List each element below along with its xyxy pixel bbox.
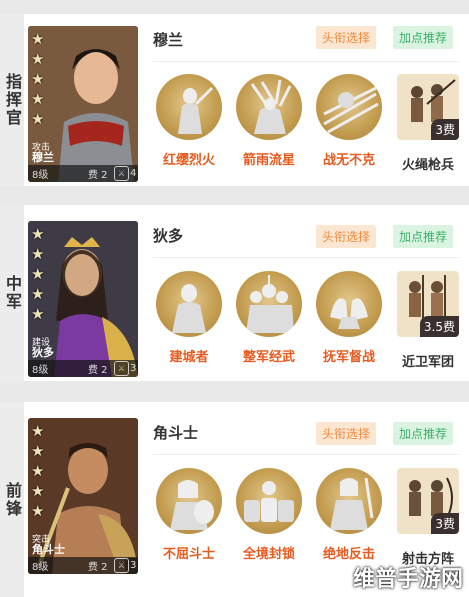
troop-cost-badge: 3费 <box>431 119 459 140</box>
skill-slot[interactable]: 不屈斗士 <box>154 468 224 562</box>
star-icon: ★ <box>31 482 45 500</box>
star-rating: ★ ★ ★ ★ ★ <box>31 227 44 322</box>
hero-portrait-name: 穆兰 <box>32 151 54 164</box>
divider <box>153 257 459 258</box>
skill-slot[interactable]: 红缨烈火 <box>154 74 224 168</box>
points-recommend-button[interactable]: 加点推荐 <box>393 225 454 248</box>
spears-icon <box>316 74 382 140</box>
skill-name: 整军经武 <box>242 350 295 365</box>
star-rating: ★ ★ ★ ★ ★ <box>31 424 44 519</box>
sword-icon: ⚔ <box>114 558 129 573</box>
troop-name: 近卫军团 <box>401 355 454 370</box>
skill-slot[interactable]: 战无不克 <box>314 74 384 168</box>
divider <box>153 454 459 455</box>
star-icon: ★ <box>31 442 45 460</box>
hero-portrait-name: 角斗士 <box>32 543 65 556</box>
role-label: 中军 <box>3 275 22 311</box>
hero-portrait[interactable]: ★ ★ ★ ★ ★ 建设 狄多 8级 费 2 ⚔ 3 <box>28 221 138 377</box>
role-label: 前锋 <box>3 481 22 518</box>
title-select-button[interactable]: 头衔选择 <box>316 225 377 248</box>
points-recommend-button[interactable]: 加点推荐 <box>393 26 454 49</box>
hero-portrait-name: 狄多 <box>32 346 54 359</box>
sword-icon: ⚔ <box>114 361 129 376</box>
divider <box>153 61 459 62</box>
role-label-box: 指挥官 <box>0 14 24 186</box>
troop-name: 火绳枪兵 <box>401 158 454 173</box>
watermark: 维普手游网 <box>352 567 463 592</box>
hero-name: 狄多 <box>153 227 184 245</box>
hero-cost: 费 2 <box>88 562 108 573</box>
star-icon: ★ <box>31 245 45 263</box>
hero-card-commander: 指挥官 ★ ★ ★ ★ ★ 攻击 穆兰 8级 费 2 ⚔ 4 穆兰 头衔选择 加点… <box>0 14 469 186</box>
skill-name: 战无不克 <box>322 153 375 168</box>
troop-card[interactable]: 3费 <box>397 468 459 534</box>
hero-level: 8级 <box>32 365 49 376</box>
star-rating: ★ ★ ★ ★ ★ <box>31 32 44 127</box>
role-label: 指挥官 <box>3 73 22 127</box>
hero-portrait[interactable]: ★ ★ ★ ★ ★ 突击 角斗士 8级 费 2 ⚔ 3 <box>28 418 138 574</box>
title-select-button[interactable]: 头衔选择 <box>316 26 377 49</box>
hero-tp: ⚔ 4 <box>114 166 136 181</box>
star-icon: ★ <box>31 422 45 440</box>
troop-card[interactable]: 3.5费 <box>397 271 459 337</box>
troop-cost-badge: 3.5费 <box>419 316 459 337</box>
hero-stats-bar: 8级 费 2 ⚔ 4 <box>28 165 138 182</box>
warrior-icon <box>316 468 382 534</box>
skill-name: 红缨烈火 <box>162 153 215 168</box>
title-select-button[interactable]: 头衔选择 <box>316 422 377 445</box>
skill-slot[interactable]: 箭雨流星 <box>234 74 304 168</box>
star-icon: ★ <box>31 90 45 108</box>
star-icon: ★ <box>31 502 45 520</box>
skill-name: 不屈斗士 <box>162 547 215 562</box>
star-icon: ★ <box>31 30 45 48</box>
soldiers-icon <box>236 271 302 337</box>
archer-statue-icon <box>156 74 222 140</box>
skill-name: 全境封锁 <box>242 547 295 562</box>
skill-slot[interactable]: 建城者 <box>154 271 224 365</box>
hero-name: 角斗士 <box>153 424 199 442</box>
star-icon: ★ <box>31 110 45 128</box>
star-icon: ★ <box>31 50 45 68</box>
hero-cost: 费 2 <box>88 365 108 376</box>
hero-stats-bar: 8级 费 2 ⚔ 3 <box>28 360 138 377</box>
queen-statue-icon <box>156 271 222 337</box>
troop-card[interactable]: 3费 <box>397 74 459 140</box>
star-icon: ★ <box>31 70 45 88</box>
star-icon: ★ <box>31 265 45 283</box>
hands-icon <box>316 271 382 337</box>
hero-card-center: 中军 ★ ★ ★ ★ ★ 建设 狄多 8级 费 2 ⚔ 3 狄多 头衔选择 加点推… <box>0 205 469 381</box>
hero-level: 8级 <box>32 170 49 181</box>
hero-portrait[interactable]: ★ ★ ★ ★ ★ 攻击 穆兰 8级 费 2 ⚔ 4 <box>28 26 138 182</box>
role-label-box: 中军 <box>0 205 24 381</box>
gladiator-icon <box>156 468 222 534</box>
hero-tp: ⚔ 3 <box>114 361 136 376</box>
troop-cost-badge: 3费 <box>431 513 459 534</box>
hero-cost: 费 2 <box>88 170 108 181</box>
skill-slot[interactable]: 全境封锁 <box>234 468 304 562</box>
hero-name: 穆兰 <box>153 31 184 49</box>
star-icon: ★ <box>31 225 45 243</box>
hero-stats-bar: 8级 费 2 ⚔ 3 <box>28 557 138 574</box>
skill-slot[interactable]: 整军经武 <box>234 271 304 365</box>
skill-name: 箭雨流星 <box>242 153 295 168</box>
hero-level: 8级 <box>32 562 49 573</box>
star-icon: ★ <box>31 285 45 303</box>
star-icon: ★ <box>31 305 45 323</box>
shield-wall-icon <box>236 468 302 534</box>
sword-icon: ⚔ <box>114 166 129 181</box>
arrows-rain-icon <box>236 74 302 140</box>
points-recommend-button[interactable]: 加点推荐 <box>393 422 454 445</box>
star-icon: ★ <box>31 462 45 480</box>
role-label-box: 前锋 <box>0 402 24 597</box>
skill-slot[interactable]: 绝地反击 <box>314 468 384 562</box>
skill-name: 建城者 <box>169 350 209 365</box>
skill-name: 抚军督战 <box>322 350 375 365</box>
hero-tp: ⚔ 3 <box>114 558 136 573</box>
skill-name: 绝地反击 <box>322 547 375 562</box>
skill-slot[interactable]: 抚军督战 <box>314 271 384 365</box>
